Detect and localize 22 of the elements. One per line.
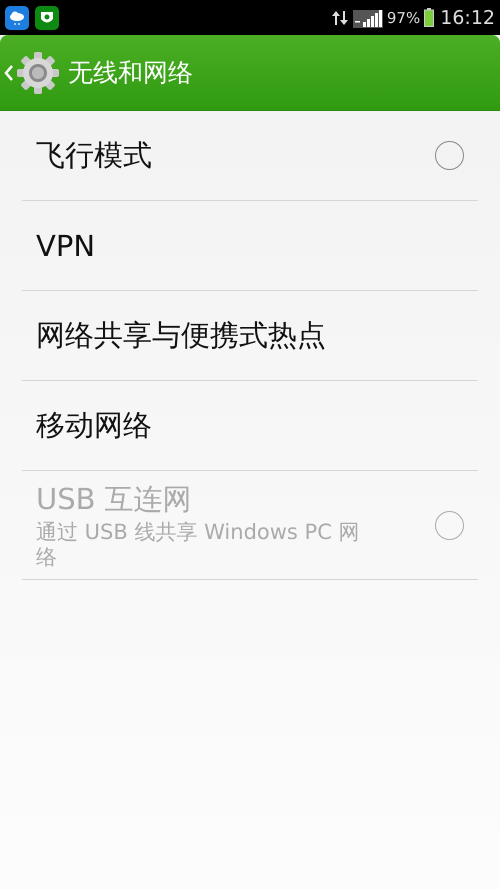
settings-row[interactable]: 飞行模式 — [22, 111, 478, 201]
signal-icon — [352, 8, 383, 28]
screen-title: 无线和网络 — [68, 57, 193, 89]
data-transfer-icon — [330, 8, 349, 26]
shield-app-icon — [35, 6, 59, 30]
back-button[interactable] — [4, 50, 60, 94]
weather-app-icon — [5, 6, 29, 30]
checkbox[interactable] — [435, 141, 464, 170]
clock: 16:12 — [440, 6, 495, 28]
battery-icon — [424, 8, 434, 27]
settings-row[interactable]: VPN — [22, 201, 478, 291]
battery-percent: 97% — [386, 8, 420, 26]
row-title: USB 互连网 — [36, 480, 193, 518]
row-title: VPN — [36, 228, 96, 262]
row-title: 网络共享与便携式热点 — [36, 316, 326, 354]
back-icon — [4, 64, 14, 82]
settings-row[interactable]: 网络共享与便携式热点 — [22, 291, 478, 381]
row-title: 移动网络 — [36, 406, 152, 444]
settings-row[interactable]: 移动网络 — [22, 381, 478, 471]
row-summary: 通过 USB 线共享 Windows PC 网络 — [36, 520, 361, 570]
row-title: 飞行模式 — [36, 136, 152, 174]
settings-icon — [16, 50, 60, 94]
